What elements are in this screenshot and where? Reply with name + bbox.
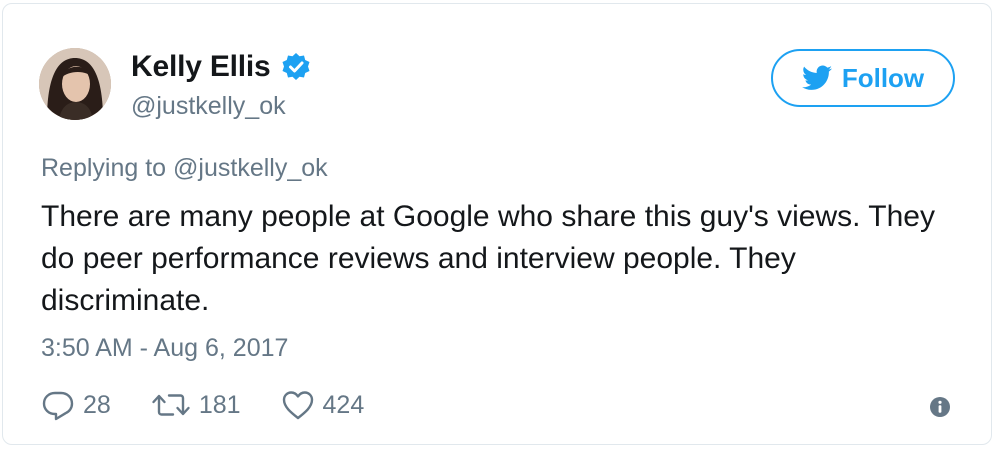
author-row: Kelly Ellis [131,50,311,84]
follow-label: Follow [841,62,925,93]
tweet-card: Kelly Ellis @justkelly_ok Follow Replyin… [2,3,992,445]
reply-icon [42,391,74,421]
avatar[interactable] [39,48,111,120]
avatar-image [39,48,111,120]
tweet-timestamp[interactable]: 3:50 AM - Aug 6, 2017 [41,334,288,363]
twitter-bird-icon [801,65,832,90]
retweet-count: 181 [198,390,241,419]
reply-count: 28 [83,390,111,419]
follow-button[interactable]: Follow [771,49,955,107]
retweet-icon [152,394,190,416]
tweet-actions: 28 181 424 [41,388,404,422]
reply-button[interactable]: 28 [41,388,111,422]
tweet-text: There are many people at Google who shar… [41,200,935,317]
replying-prefix: Replying to [41,154,167,182]
verified-badge-icon [281,52,311,82]
retweet-button[interactable]: 181 [151,388,241,422]
replying-mention[interactable]: @justkelly_ok [173,154,328,182]
info-button[interactable] [929,396,951,418]
like-button[interactable]: 424 [281,388,365,422]
replying-to: Replying to @justkelly_ok [41,154,328,183]
author-handle[interactable]: @justkelly_ok [131,92,286,121]
like-count: 424 [322,390,365,419]
heart-icon [282,391,313,420]
author-name[interactable]: Kelly Ellis [131,50,271,84]
info-icon [930,397,950,417]
